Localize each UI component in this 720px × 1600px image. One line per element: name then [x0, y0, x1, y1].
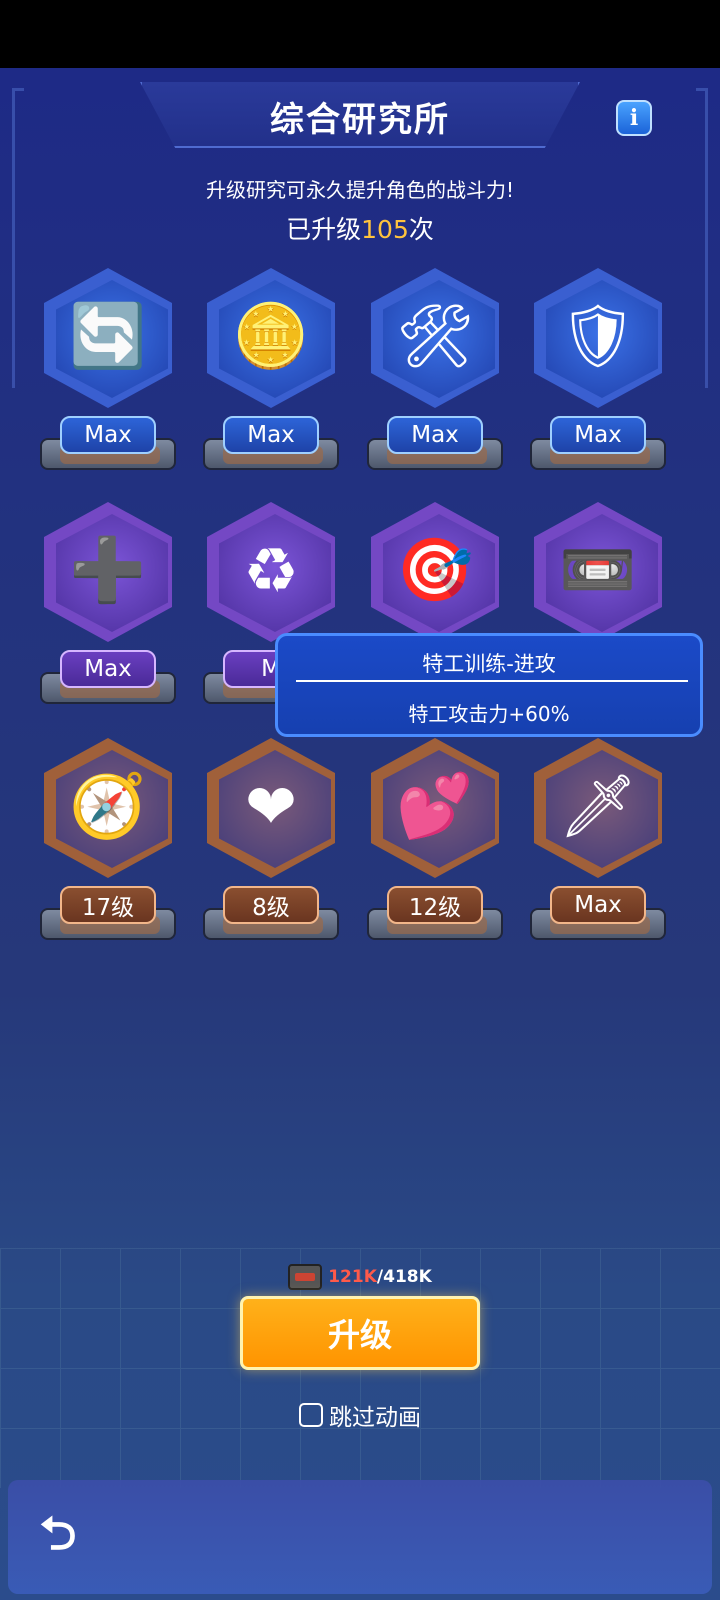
level-badge: 8级: [223, 886, 319, 924]
research-screen: 综合研究所 i 升级研究可永久提升角色的战斗力! 已升级105次 🔄 Max 🪙 Ma…: [0, 68, 720, 1600]
level-badge: 12级: [387, 886, 483, 924]
upgrade-count-prefix: 已升级: [286, 215, 362, 244]
sword-up-icon: 🗡: [558, 769, 638, 842]
research-item[interactable]: 🪙 Max: [203, 268, 339, 478]
research-item[interactable]: 💕 12级: [367, 738, 503, 948]
hearts-plus-icon: 💕: [396, 769, 474, 842]
upgrade-button[interactable]: 升级: [240, 1296, 480, 1370]
heart-up-icon: ❤: [245, 769, 297, 843]
level-badge: Max: [550, 416, 646, 454]
skip-animation-toggle[interactable]: 跳过动画: [0, 1398, 720, 1432]
skip-animation-checkbox[interactable]: [299, 1403, 323, 1427]
shield-icon: 🛡: [558, 299, 638, 372]
radar-icon: 🧭: [69, 769, 147, 842]
research-grid: 🔄 Max 🪙 Max 🛠 Max 🛡 Max ➕ Max ♻ M 🎯 📼 🧭 17级 ❤ 8级 💕 12级 🗡 Max: [40, 268, 680, 968]
upgrade-count: 已升级105次: [0, 210, 720, 246]
target-card-icon: 🎯: [396, 533, 474, 606]
resource-counter: 121K/418K: [0, 1264, 720, 1290]
research-item[interactable]: 🗡 Max: [530, 738, 666, 948]
research-item[interactable]: 🔄 Max: [40, 268, 176, 478]
level-badge: Max: [387, 416, 483, 454]
gold-coin-icon: 🪙: [232, 299, 310, 372]
level-badge: Max: [60, 650, 156, 688]
research-item[interactable]: 🛠 Max: [367, 268, 503, 478]
research-item[interactable]: 🛡 Max: [530, 268, 666, 478]
back-arrow-icon[interactable]: ⮌: [22, 1506, 94, 1564]
upgrade-count-suffix: 次: [408, 215, 434, 244]
cassette-tape-icon: [288, 1264, 323, 1290]
subtitle: 升级研究可永久提升角色的战斗力!: [205, 178, 515, 202]
level-badge: 17级: [60, 886, 156, 924]
research-item[interactable]: ❤ 8级: [203, 738, 339, 948]
level-badge: Max: [550, 886, 646, 924]
research-item[interactable]: ➕ Max: [40, 502, 176, 712]
tooltip-title: 特工训练-进攻: [422, 652, 556, 676]
resource-current: 121K: [328, 1267, 377, 1287]
card-swap-icon: 🔄: [69, 299, 147, 372]
level-badge: Max: [60, 416, 156, 454]
upgrade-count-value: 105: [361, 215, 409, 244]
tooltip-body: 特工攻击力+60%: [408, 702, 570, 726]
skip-animation-label: 跳过动画: [329, 1405, 421, 1431]
tape-plus-icon: 📼: [559, 533, 637, 606]
research-tooltip: 特工训练-进攻 特工攻击力+60%: [275, 633, 703, 737]
gold-plus-coin-icon: ➕: [69, 533, 147, 606]
info-icon[interactable]: i: [616, 100, 652, 136]
bottom-bar: [8, 1480, 712, 1594]
level-badge: Max: [223, 416, 319, 454]
recycle-icon: ♻: [243, 533, 299, 607]
tools-icon: 🛠: [395, 299, 475, 372]
page-title: 综合研究所: [270, 100, 450, 140]
status-bar: [0, 0, 720, 68]
research-item[interactable]: 🧭 17级: [40, 738, 176, 948]
tooltip-divider: [296, 680, 688, 682]
resource-max: 418K: [383, 1267, 432, 1287]
